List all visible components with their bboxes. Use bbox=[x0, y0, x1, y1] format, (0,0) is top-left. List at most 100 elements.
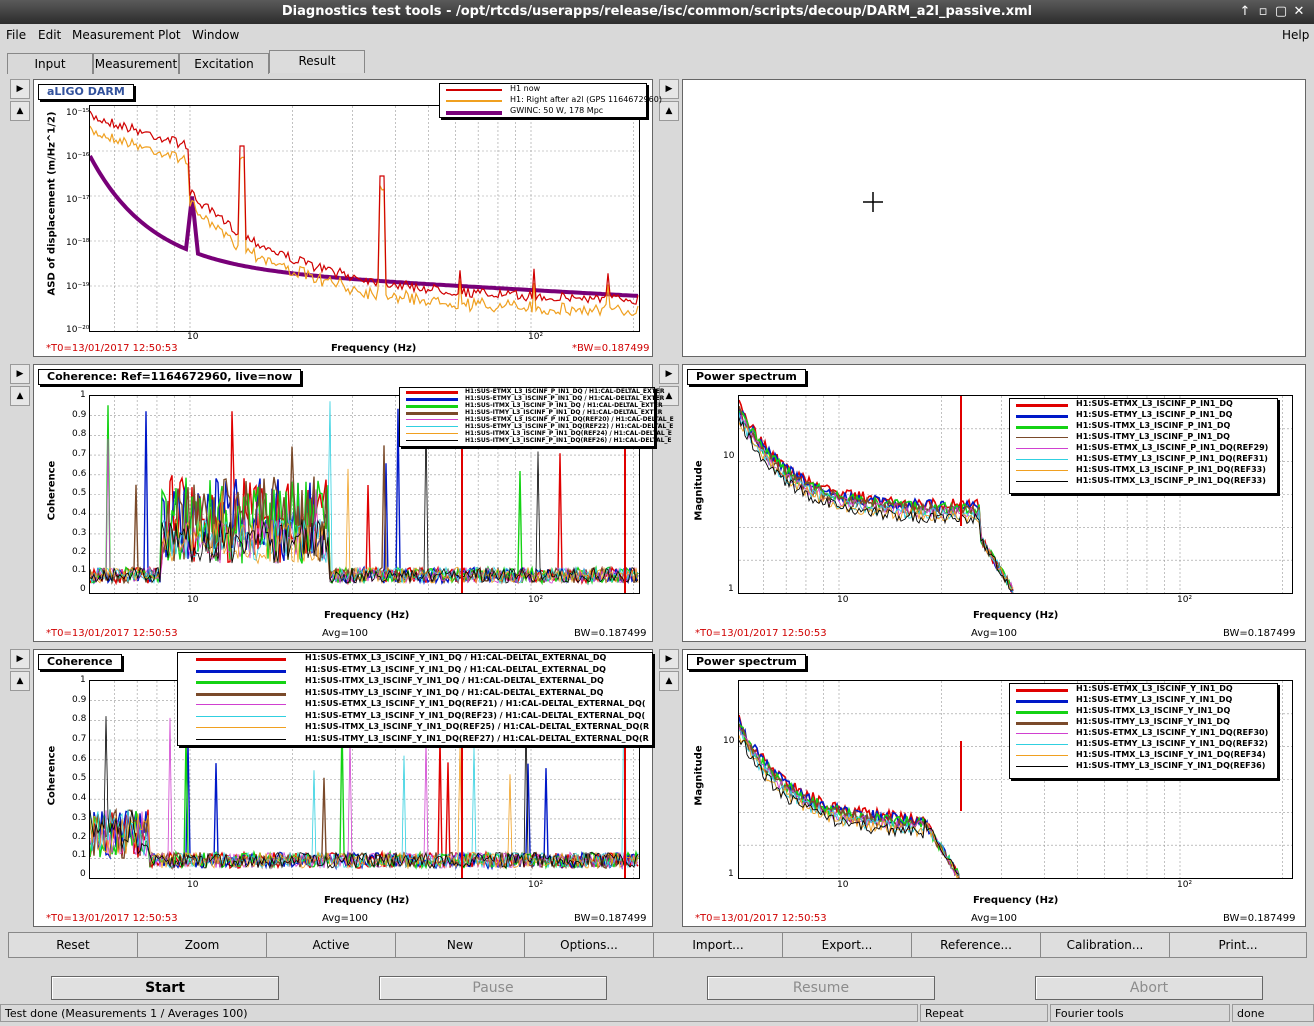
legend-entry: H1:SUS-ETMX_L3_ISCINF_Y_IN1_DQ / H1:CAL-… bbox=[178, 653, 652, 665]
pane2-right-button[interactable]: ▶ bbox=[659, 79, 679, 99]
pane1-up-button[interactable]: ▲ bbox=[10, 101, 30, 121]
legend-entry: H1:SUS-ETMX_L3_ISCINF_P_IN1_DQ(REF20) / … bbox=[400, 416, 674, 423]
legend-entry: H1:SUS-ITMX_L3_ISCINF_Y_IN1_DQ(REF25) / … bbox=[178, 722, 652, 734]
legend-swatch bbox=[196, 681, 286, 684]
reset-button[interactable]: Reset bbox=[8, 932, 138, 958]
resume-button[interactable]: Resume bbox=[707, 976, 935, 1000]
tab-measurement[interactable]: Measurement bbox=[93, 53, 179, 74]
legend-label: H1:SUS-ETMX_L3_ISCINF_P_IN1_DQ(REF29) bbox=[1076, 443, 1269, 452]
darm-xtick: 10 bbox=[187, 332, 199, 342]
darm-ytick: 10⁻¹⁵ bbox=[66, 108, 90, 118]
coh-y-ytick: 0.8 bbox=[72, 714, 87, 724]
legend-swatch bbox=[1016, 755, 1068, 756]
legend-label: H1:SUS-ETMY_L3_ISCINF_P_IN1_DQ(REF31) bbox=[1076, 454, 1268, 463]
export-button[interactable]: Export... bbox=[782, 932, 912, 958]
options-button[interactable]: Options... bbox=[524, 932, 654, 958]
coherence-yaw-ylabel: Coherence bbox=[46, 745, 58, 806]
legend-swatch bbox=[1016, 744, 1068, 745]
active-button[interactable]: Active bbox=[266, 932, 396, 958]
legend-entry: H1:SUS-ITMY_L3_ISCINF_P_IN1_DQ(REF26) / … bbox=[400, 437, 672, 444]
menu-measurement[interactable]: Measurement bbox=[72, 28, 154, 42]
window-close-button[interactable]: ✕ bbox=[1290, 3, 1308, 21]
pane2-up-button[interactable]: ▲ bbox=[659, 101, 679, 121]
darm-plot-area[interactable] bbox=[89, 105, 640, 332]
menu-help[interactable]: Help bbox=[1282, 28, 1309, 42]
pause-button[interactable]: Pause bbox=[379, 976, 607, 1000]
legend-swatch bbox=[446, 111, 502, 115]
tab-bar: Input Measurement Excitation Result bbox=[0, 50, 1314, 74]
legend-swatch bbox=[1016, 426, 1068, 429]
coh-p-xlabel: Frequency (Hz) bbox=[324, 610, 410, 621]
print-button[interactable]: Print... bbox=[1169, 932, 1307, 958]
window-title: Diagnostics test tools - /opt/rtcds/user… bbox=[281, 4, 1033, 19]
legend-label: H1:SUS-ETMX_L3_ISCINF_Y_IN1_DQ(REF30) bbox=[1076, 728, 1269, 737]
legend-label: H1:SUS-ITMX_L3_ISCINF_Y_IN1_DQ bbox=[1076, 706, 1231, 715]
pane5-right-button[interactable]: ▶ bbox=[10, 649, 30, 669]
darm-t0: *T0=13/01/2017 12:50:53 bbox=[46, 343, 178, 354]
tab-excitation[interactable]: Excitation bbox=[179, 53, 269, 74]
legend-swatch bbox=[196, 727, 286, 728]
coh-p-ytick: 0.8 bbox=[72, 429, 87, 439]
coh-y-bw: BW=0.187499 bbox=[574, 913, 647, 924]
legend-swatch bbox=[446, 89, 502, 91]
coh-y-xlabel: Frequency (Hz) bbox=[324, 895, 410, 906]
menu-window[interactable]: Window bbox=[192, 28, 239, 42]
legend-label: H1:SUS-ETMY_L3_ISCINF_Y_IN1_DQ bbox=[1076, 695, 1233, 704]
abort-button[interactable]: Abort bbox=[1035, 976, 1263, 1000]
pane6-right-button[interactable]: ▶ bbox=[659, 649, 679, 669]
legend-entry: H1:SUS-ETMY_L3_ISCINF_Y_IN1_DQ / H1:CAL-… bbox=[178, 665, 652, 677]
start-button[interactable]: Start bbox=[51, 976, 279, 1000]
legend-entry: H1:SUS-ETMX_L3_ISCINF_Y_IN1_DQ(REF30) bbox=[1010, 728, 1277, 739]
legend-entry: H1:SUS-ETMY_L3_ISCINF_P_IN1_DQ bbox=[1010, 410, 1277, 421]
coh-y-xtick: 10² bbox=[528, 880, 544, 890]
darm-xlabel: Frequency (Hz) bbox=[331, 343, 417, 354]
legend-label: GWINC: 50 W, 178 Mpc bbox=[510, 106, 604, 115]
coh-y-ytick: 0.5 bbox=[72, 773, 87, 783]
window-up-button[interactable]: ↑ bbox=[1236, 3, 1254, 21]
pane5-up-button[interactable]: ▲ bbox=[10, 671, 30, 691]
empty-pane[interactable] bbox=[682, 79, 1306, 357]
ps-y-ytick: 1 bbox=[728, 869, 734, 879]
menu-edit[interactable]: Edit bbox=[38, 28, 61, 42]
legend-swatch bbox=[406, 419, 458, 420]
calibration-button[interactable]: Calibration... bbox=[1040, 932, 1170, 958]
status-message: Test done (Measurements 1 / Averages 100… bbox=[0, 1004, 918, 1022]
legend-swatch bbox=[196, 669, 286, 673]
window-maximize-button[interactable]: ▢ bbox=[1272, 3, 1290, 21]
ps-p-t0: *T0=13/01/2017 12:50:53 bbox=[695, 628, 827, 639]
legend-swatch bbox=[1016, 700, 1068, 703]
coh-p-ytick: 0.3 bbox=[72, 528, 87, 538]
import-button[interactable]: Import... bbox=[653, 932, 783, 958]
coh-y-avg: Avg=100 bbox=[322, 913, 368, 924]
legend-entry: H1:SUS-ETMX_L3_ISCINF_Y_IN1_DQ bbox=[1010, 684, 1277, 695]
gwinc-trace bbox=[90, 155, 639, 298]
darm-ytick: 10⁻¹⁷ bbox=[66, 195, 90, 205]
darm-pane[interactable]: aLIGO DARM H1 now H1: Right after a2l (G… bbox=[33, 79, 662, 357]
menu-plot[interactable]: Plot bbox=[158, 28, 181, 42]
coherence-yaw-pane[interactable]: Coherence H1:SUS-ETMX_L3_ISCINF_Y_IN1_DQ… bbox=[33, 649, 653, 927]
reference-button[interactable]: Reference... bbox=[911, 932, 1041, 958]
pane1-right-button[interactable]: ▶ bbox=[10, 79, 30, 99]
pane4-right-button[interactable]: ▶ bbox=[659, 364, 679, 384]
tab-result[interactable]: Result bbox=[269, 50, 365, 73]
legend-swatch bbox=[196, 715, 286, 717]
new-button[interactable]: New bbox=[395, 932, 525, 958]
pane3-right-button[interactable]: ▶ bbox=[10, 364, 30, 384]
legend-entry: H1:SUS-ITMY_L3_ISCINF_P_IN1_DQ / H1:CAL-… bbox=[400, 409, 662, 416]
power-spectrum-pitch-pane[interactable]: Power spectrum H1:SUS-ETMX_L3_ISCINF_P_I… bbox=[682, 364, 1306, 642]
pane6-up-button[interactable]: ▲ bbox=[659, 671, 679, 691]
tab-input[interactable]: Input bbox=[7, 53, 93, 74]
window-minimize-button[interactable]: ▫ bbox=[1254, 3, 1272, 21]
power-spectrum-yaw-pane[interactable]: Power spectrum H1:SUS-ETMX_L3_ISCINF_Y_I… bbox=[682, 649, 1306, 927]
ps-p-xtick: 10 bbox=[837, 595, 849, 605]
coherence-yaw-legend: H1:SUS-ETMX_L3_ISCINF_Y_IN1_DQ / H1:CAL-… bbox=[177, 652, 653, 746]
zoom-button[interactable]: Zoom bbox=[137, 932, 267, 958]
status-state: done bbox=[1232, 1004, 1314, 1022]
coherence-pitch-pane[interactable]: Coherence: Ref=1164672960, live=now H1:S… bbox=[33, 364, 674, 642]
ps-y-xtick: 10² bbox=[1177, 880, 1193, 890]
legend-entry: H1:SUS-ITMX_L3_ISCINF_P_IN1_DQ(REF24) / … bbox=[400, 430, 672, 437]
menu-file[interactable]: File bbox=[6, 28, 26, 42]
darm-legend: H1 now H1: Right after a2l (GPS 11646729… bbox=[439, 83, 662, 118]
pane3-up-button[interactable]: ▲ bbox=[10, 386, 30, 406]
legend-label: H1:SUS-ETMX_L3_ISCINF_P_IN1_DQ / H1:CAL-… bbox=[465, 388, 665, 395]
